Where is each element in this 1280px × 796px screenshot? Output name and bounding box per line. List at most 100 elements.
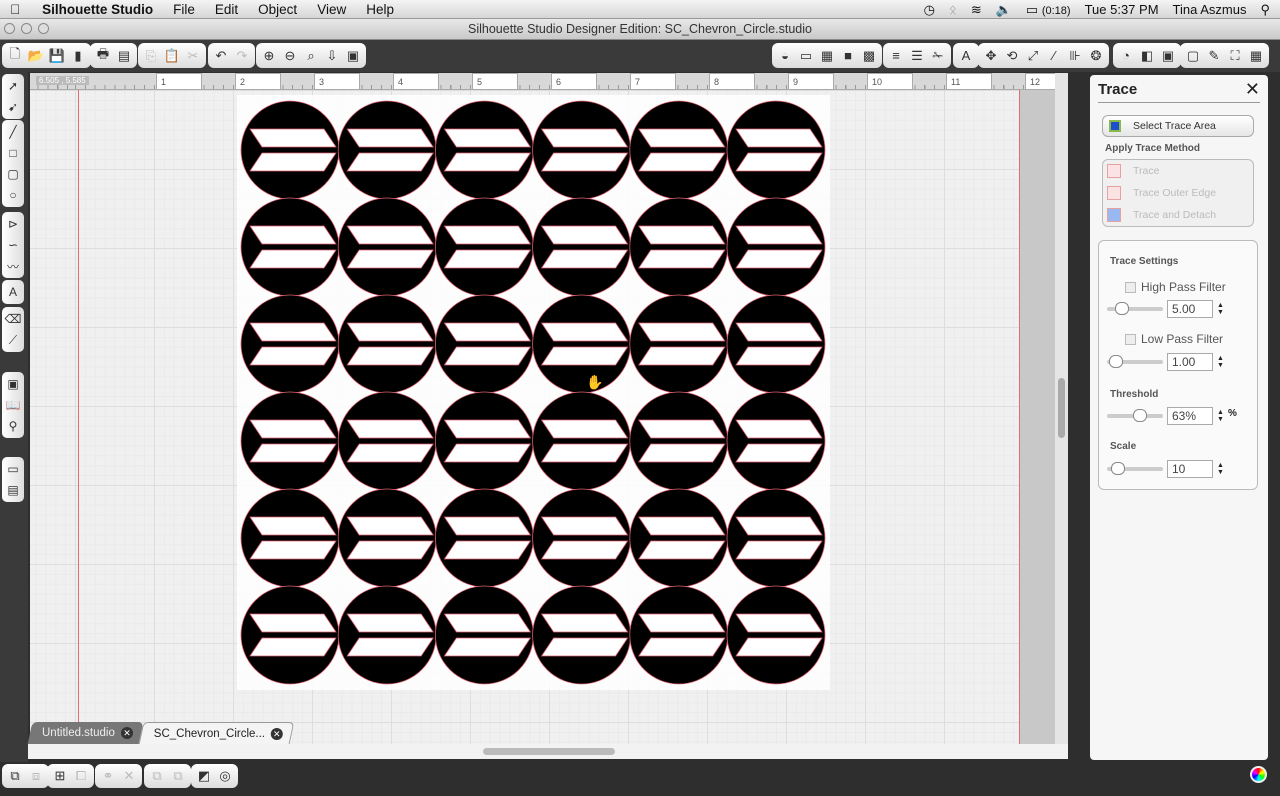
split-view-icon[interactable]: ▤ (4, 481, 22, 499)
time-machine-icon[interactable]: ◷ (924, 2, 935, 18)
chevron-circle[interactable] (337, 294, 437, 394)
high-pass-stepper[interactable]: ▲ ▼ (1217, 302, 1224, 316)
chevron-circle[interactable] (434, 294, 534, 394)
menu-object[interactable]: Object (258, 2, 297, 17)
threshold-value-field[interactable]: 63% (1167, 407, 1213, 425)
print-icon[interactable]: 🖶 (94, 46, 112, 65)
modify-icon[interactable]: ❂ (1087, 47, 1105, 65)
scale-slider[interactable] (1107, 462, 1163, 475)
menu-view[interactable]: View (317, 2, 346, 17)
checkbox-box[interactable] (1125, 333, 1136, 345)
checkbox-box[interactable] (1125, 281, 1136, 293)
chevron-circle[interactable] (532, 100, 632, 200)
chevron-circle-design[interactable] (237, 95, 830, 690)
menu-file[interactable]: File (173, 2, 195, 17)
select-arrow-icon[interactable]: ➚ (4, 77, 22, 95)
line-tool-icon[interactable]: ╱ (4, 123, 22, 141)
chevron-circle[interactable] (240, 488, 340, 588)
undo-icon[interactable]: ↶ (212, 47, 230, 65)
close-tab-icon[interactable]: ✕ (120, 727, 133, 739)
make-compound-path-icon[interactable]: ⊞ (51, 767, 69, 785)
threshold-stepper[interactable]: ▲ ▼ (1217, 409, 1224, 423)
text-tool-icon[interactable]: A (4, 283, 22, 301)
bring-to-front-icon[interactable]: ⧉ (148, 767, 166, 785)
delete-icon[interactable]: ✕ (120, 767, 138, 785)
vertical-scrollbar[interactable] (1055, 73, 1068, 744)
text-style-icon[interactable]: A (957, 47, 975, 65)
chevron-circle[interactable] (337, 488, 437, 588)
spotlight-search-icon[interactable]: ⚲ (1260, 2, 1270, 18)
point-edit-icon[interactable]: ➹ (4, 98, 22, 116)
volume-icon[interactable]: 🔈 (996, 2, 1012, 18)
chevron-circle[interactable] (240, 197, 340, 297)
high-pass-filter-checkbox[interactable]: High Pass Filter (1125, 280, 1226, 294)
offset-icon[interactable]: ▢ (1184, 47, 1202, 65)
close-tab-icon[interactable]: ✕ (270, 727, 283, 740)
eraser-tool-icon[interactable]: ⌫ (4, 310, 22, 328)
release-compound-path-icon[interactable]: ⧠ (72, 767, 90, 785)
knife-icon[interactable]: ✁ (929, 47, 947, 65)
chevron-circle[interactable] (532, 488, 632, 588)
low-pass-stepper[interactable]: ▲ ▼ (1217, 355, 1224, 369)
trace-outer-edge-button[interactable]: Trace Outer Edge (1103, 183, 1253, 203)
chevron-circle[interactable] (629, 488, 729, 588)
chevron-circle[interactable] (629, 391, 729, 491)
high-pass-slider[interactable] (1107, 302, 1163, 315)
chevron-circle[interactable] (240, 294, 340, 394)
vertical-scroll-thumb[interactable] (1058, 378, 1065, 438)
save-icon[interactable]: 💾 (48, 47, 66, 65)
color-wheel-icon[interactable] (1250, 766, 1267, 783)
trace-icon[interactable]: ▣ (1159, 47, 1177, 65)
line-color-icon[interactable]: ≡ (887, 47, 905, 65)
zoom-select-icon[interactable]: ⌕ (302, 47, 320, 65)
grid-icon[interactable]: ▦ (818, 47, 836, 65)
battery-status[interactable]: ▭ (0:18) (1026, 2, 1071, 18)
grid-view-icon[interactable]: ▦ (1247, 47, 1265, 65)
horizontal-scrollbar[interactable] (28, 744, 1068, 759)
menu-edit[interactable]: Edit (215, 2, 238, 17)
chevron-circle[interactable] (434, 585, 534, 685)
chevron-circle[interactable] (726, 585, 826, 685)
chevron-circle[interactable] (240, 100, 340, 200)
chevron-circle[interactable] (337, 585, 437, 685)
group-icon[interactable]: ⧉ (6, 767, 24, 785)
fit-to-page-icon[interactable]: ▣ (344, 47, 362, 65)
store-panel-icon[interactable]: ⚲ (4, 417, 22, 435)
threshold-slider[interactable] (1107, 409, 1163, 422)
user-name[interactable]: Tina Aszmus (1173, 2, 1247, 17)
cut-settings-icon[interactable]: ▩ (860, 47, 878, 65)
ungroup-icon[interactable]: ⧈ (27, 767, 45, 785)
redo-icon[interactable]: ↷ (233, 47, 251, 65)
rectangle-tool-icon[interactable]: □ (4, 144, 22, 162)
send-to-back-icon[interactable]: ⧉ (169, 767, 187, 785)
replicate-icon[interactable]: ⊪ (1066, 47, 1084, 65)
low-pass-value-field[interactable]: 1.00 (1167, 353, 1213, 371)
chevron-circle[interactable] (532, 197, 632, 297)
curve-tool-icon[interactable]: ∽ (4, 236, 22, 254)
chevron-circle[interactable] (726, 391, 826, 491)
chevron-circle[interactable] (532, 294, 632, 394)
scale-value-field[interactable]: 10 (1167, 460, 1213, 478)
design-canvas[interactable]: ✋ (30, 90, 1055, 744)
pan-icon[interactable]: ⇩ (323, 47, 341, 65)
trace-panel-icon[interactable]: ▣ (4, 375, 22, 393)
library-icon[interactable]: ◔ (1117, 47, 1135, 65)
high-pass-value-field[interactable]: 5.00 (1167, 300, 1213, 318)
horizontal-scroll-thumb[interactable] (483, 748, 615, 755)
chevron-circle[interactable] (629, 100, 729, 200)
page-setup-icon[interactable]: ▭ (797, 47, 815, 65)
chevron-circle[interactable] (629, 294, 729, 394)
chevron-circle[interactable] (240, 585, 340, 685)
registration-marks-icon[interactable]: ■ (839, 47, 857, 65)
weld-icon[interactable]: ⚭ (99, 767, 117, 785)
trace-button[interactable]: Trace (1103, 161, 1253, 181)
chevron-circle[interactable] (532, 391, 632, 491)
cut-icon[interactable]: ✂ (184, 47, 202, 65)
tab-untitled[interactable]: Untitled.studio ✕ (27, 722, 144, 744)
library-panel-icon[interactable]: 📖 (4, 396, 22, 414)
sketch-icon[interactable]: ✎ (1205, 47, 1223, 65)
slider-knob[interactable] (1109, 355, 1124, 368)
chevron-circle[interactable] (337, 100, 437, 200)
slider-knob[interactable] (1111, 462, 1126, 475)
chevron-circle[interactable] (434, 197, 534, 297)
